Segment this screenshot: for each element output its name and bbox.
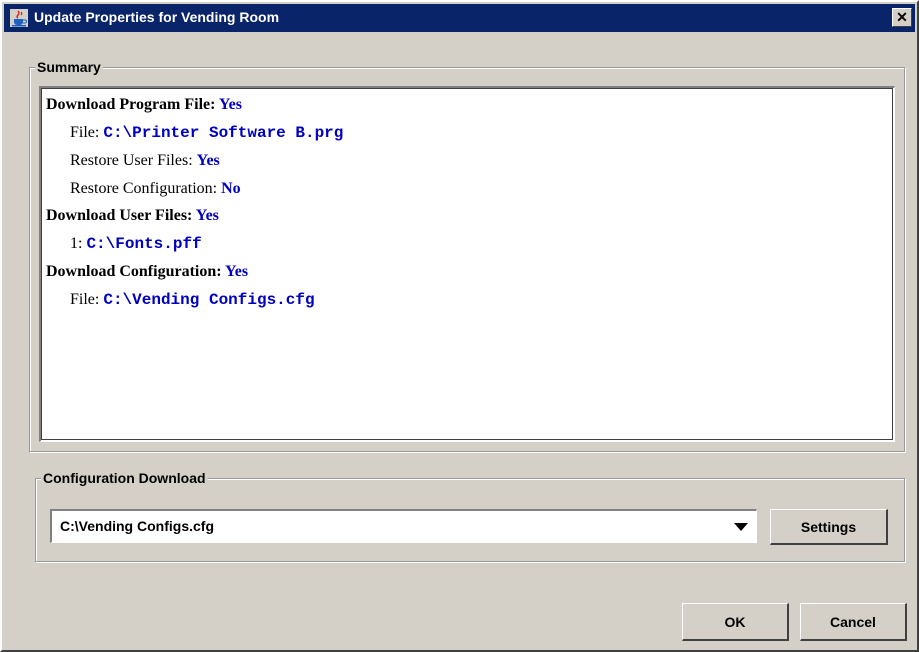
user-file-line: 1: C:\Fonts.pff	[70, 235, 202, 253]
program-file-value: C:\Printer Software B.prg	[103, 124, 344, 142]
close-button[interactable]: ✕	[892, 8, 912, 27]
java-cup-icon	[10, 9, 28, 27]
download-user-files-label: Download User Files:	[46, 207, 193, 224]
download-user-files-line: Download User Files: Yes	[46, 207, 219, 225]
user-file-value: C:\Fonts.pff	[86, 235, 202, 253]
configuration-download-label: Configuration Download	[41, 470, 208, 486]
download-program-value: Yes	[218, 96, 242, 113]
configuration-file-label: File:	[70, 291, 100, 308]
configuration-file-select[interactable]: C:\Vending Configs.cfg	[50, 509, 757, 543]
settings-button[interactable]: Settings	[770, 509, 888, 545]
window-title: Update Properties for Vending Room	[34, 9, 280, 25]
summary-text-area[interactable]: Download Program File: Yes File: C:\Prin…	[39, 86, 895, 442]
dialog-window: Update Properties for Vending Room ✕ Sum…	[0, 0, 919, 652]
configuration-file-selected: C:\Vending Configs.cfg	[60, 518, 214, 534]
download-user-files-value: Yes	[195, 207, 219, 224]
configuration-file-line: File: C:\Vending Configs.cfg	[70, 291, 315, 309]
title-bar[interactable]: Update Properties for Vending Room ✕	[4, 4, 915, 32]
chevron-down-icon[interactable]	[734, 523, 748, 531]
restore-user-files-value: Yes	[196, 152, 220, 169]
program-file-line: File: C:\Printer Software B.prg	[70, 124, 343, 142]
configuration-file-value: C:\Vending Configs.cfg	[103, 291, 315, 309]
ok-button-label: OK	[724, 614, 746, 630]
restore-configuration-line: Restore Configuration: No	[70, 180, 241, 198]
ok-button[interactable]: OK	[682, 603, 789, 641]
download-configuration-line: Download Configuration: Yes	[46, 263, 248, 281]
restore-user-files-label: Restore User Files:	[70, 152, 193, 169]
user-file-index: 1:	[70, 235, 83, 252]
download-configuration-value: Yes	[224, 263, 249, 280]
summary-group-label: Summary	[35, 59, 103, 75]
cancel-button-label: Cancel	[830, 614, 876, 630]
download-program-label: Download Program File:	[46, 96, 216, 113]
cancel-button[interactable]: Cancel	[800, 603, 907, 641]
program-file-label: File:	[70, 124, 100, 141]
download-configuration-label: Download Configuration:	[46, 263, 222, 280]
close-icon: ✕	[896, 9, 908, 25]
restore-user-files-line: Restore User Files: Yes	[70, 152, 220, 170]
settings-button-label: Settings	[800, 519, 857, 535]
restore-configuration-value: No	[221, 180, 241, 197]
restore-configuration-label: Restore Configuration:	[70, 180, 218, 197]
download-program-line: Download Program File: Yes	[46, 96, 242, 114]
